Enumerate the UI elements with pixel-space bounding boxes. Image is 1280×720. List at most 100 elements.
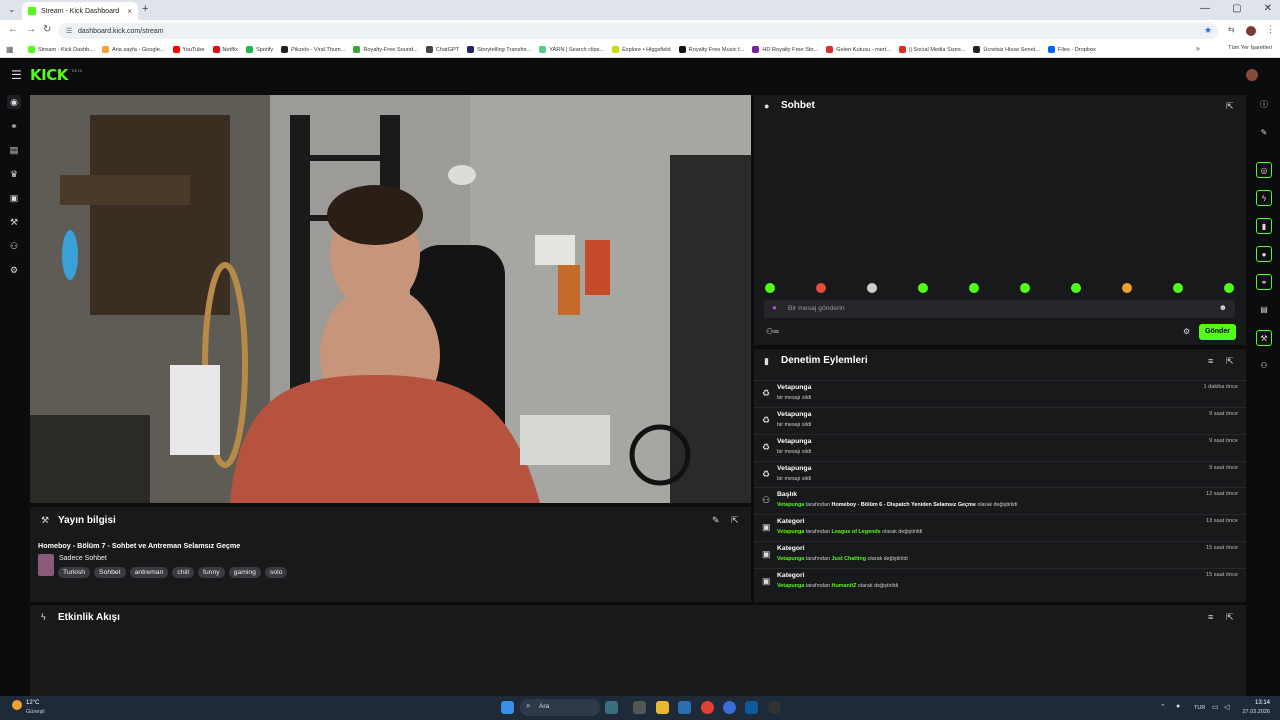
tools-widget-icon[interactable]: ⚒ xyxy=(1256,330,1272,346)
stream-nav-icon[interactable]: ◉ xyxy=(7,95,21,109)
emoji-icon[interactable]: ☻ xyxy=(1219,303,1227,312)
mod-action-by[interactable]: Vetapunga xyxy=(777,529,804,535)
layout-icon[interactable]: ▤ xyxy=(1256,302,1272,318)
chat-users-icon[interactable]: ⚇∞ xyxy=(766,327,779,336)
bookmark-item[interactable]: Stream - Kick Dashb... xyxy=(28,46,94,53)
bookmark-item[interactable]: Pikzels - Viral Thum... xyxy=(281,46,345,53)
emote-icon[interactable] xyxy=(816,283,826,293)
link-nav-icon[interactable]: ⚭ xyxy=(7,119,21,133)
bookmark-item[interactable]: Royalty Free Music f... xyxy=(678,46,744,53)
emote-icon[interactable] xyxy=(1224,283,1234,293)
mod-action-user[interactable]: Kategori xyxy=(777,518,805,525)
tab-close-icon[interactable]: × xyxy=(127,7,132,16)
bookmark-item[interactable]: Royalty-Free Sound... xyxy=(353,46,418,53)
popout-icon[interactable]: ⇱ xyxy=(731,515,739,526)
browser-menu-icon[interactable]: ⋮ xyxy=(1266,24,1275,35)
tab-search-icon[interactable]: ⌄ xyxy=(8,4,16,15)
emote-icon[interactable] xyxy=(867,283,877,293)
link-widget-icon[interactable]: ⚭ xyxy=(1256,274,1272,290)
emote-icon[interactable] xyxy=(1122,283,1132,293)
obs-icon[interactable] xyxy=(768,701,781,714)
stream-tag[interactable]: Turkish xyxy=(58,567,91,578)
mod-action-user[interactable]: Vetapunga xyxy=(777,438,811,445)
emote-icon[interactable] xyxy=(1020,283,1030,293)
popout-icon[interactable]: ⇱ xyxy=(1226,612,1234,623)
filter-icon[interactable]: ≡ xyxy=(1208,612,1213,622)
stream-video-preview[interactable] xyxy=(30,95,751,503)
clock-time[interactable]: 13:14 xyxy=(1244,700,1270,706)
mod-action-user[interactable]: Kategori xyxy=(777,572,805,579)
mod-action-user[interactable]: Başlık xyxy=(777,491,797,498)
reload-icon[interactable]: ↻ xyxy=(43,24,51,35)
language-indicator[interactable]: TUR xyxy=(1194,705,1205,711)
mod-action-by[interactable]: Vetapunga xyxy=(777,502,804,508)
emote-icon[interactable] xyxy=(969,283,979,293)
bookmark-item[interactable]: YouTube xyxy=(172,46,205,53)
mod-action-user[interactable]: Vetapunga xyxy=(777,411,811,418)
kick-logo[interactable]: KICK xyxy=(30,66,68,84)
bookmarks-overflow-icon[interactable]: » xyxy=(1196,44,1200,53)
microphone-icon[interactable]: ● xyxy=(772,303,777,312)
emote-icon[interactable] xyxy=(918,283,928,293)
forward-icon[interactable]: → xyxy=(26,24,36,35)
mod-action-user[interactable]: Kategori xyxy=(777,545,805,552)
volume-icon[interactable]: ◁ xyxy=(1224,703,1229,711)
filter-icon[interactable]: ≡ xyxy=(1208,356,1213,366)
edit-layout-icon[interactable]: ✎ xyxy=(1256,125,1272,141)
widgets-icon[interactable] xyxy=(605,701,618,714)
mod-widget-icon[interactable]: ▮ xyxy=(1256,218,1272,234)
browser-tab[interactable]: Stream - Kick Dashboard × xyxy=(22,2,138,20)
bookmark-item[interactable]: Ana sayfa - Google... xyxy=(101,46,165,53)
url-field[interactable]: ☰ dashboard.kick.com/stream xyxy=(58,23,1218,39)
emote-icon[interactable] xyxy=(765,283,775,293)
bookmark-item[interactable]: ChatGPT xyxy=(425,46,459,53)
windows-start-icon[interactable] xyxy=(501,701,514,714)
emote-icon[interactable] xyxy=(1071,283,1081,293)
chat-widget-icon[interactable]: ● xyxy=(1256,246,1272,262)
bookmark-item[interactable]: Spotify xyxy=(246,46,273,53)
stream-tag[interactable]: antreman xyxy=(129,567,169,578)
stream-tag[interactable]: Sohbet xyxy=(94,567,126,578)
bookmark-item[interactable]: Gelen Kutusu - mert... xyxy=(826,46,891,53)
stream-tag[interactable]: funny xyxy=(198,567,225,578)
edit-icon[interactable]: ✎ xyxy=(712,515,720,526)
all-bookmarks-link[interactable]: Tüm Yer İşaretleri xyxy=(1228,45,1272,51)
chat-message-input[interactable]: ● Bir mesaj gönderin ☻ xyxy=(764,300,1235,318)
users-widget-icon[interactable]: ⚇ xyxy=(1256,358,1272,374)
network-icon[interactable]: ▭ xyxy=(1212,703,1219,711)
bookmark-item[interactable]: Netflix xyxy=(212,46,238,53)
bot-nav-icon[interactable]: ⚙ xyxy=(7,263,21,277)
store-icon[interactable] xyxy=(678,701,691,714)
profile-avatar[interactable] xyxy=(1246,26,1256,36)
microphone-tray-icon[interactable]: ● xyxy=(1176,703,1180,710)
bookmark-item[interactable]: Ücretsiz Hisse Senet... xyxy=(973,46,1040,53)
app-icon[interactable] xyxy=(723,701,736,714)
file-explorer-icon[interactable] xyxy=(656,701,669,714)
bookmark-item[interactable]: Explore • Higgsfield xyxy=(612,46,671,53)
popout-icon[interactable]: ⇱ xyxy=(1226,356,1234,367)
activity-widget-icon[interactable]: ϟ xyxy=(1256,190,1272,206)
videos-nav-icon[interactable]: ▣ xyxy=(7,191,21,205)
settings-nav-icon[interactable]: ⚒ xyxy=(7,215,21,229)
popout-icon[interactable]: ⇱ xyxy=(1226,101,1234,112)
stream-tag[interactable]: gaming xyxy=(228,567,261,578)
trophy-nav-icon[interactable]: ♛ xyxy=(7,167,21,181)
mod-action-by[interactable]: Vetapunga xyxy=(777,556,804,562)
site-info-icon[interactable]: ☰ xyxy=(66,27,72,35)
bookmark-star-icon[interactable]: ★ xyxy=(1204,25,1212,36)
streaming-app-icon[interactable] xyxy=(745,701,758,714)
mod-action-by[interactable]: Vetapunga xyxy=(777,583,804,589)
stream-tag[interactable]: chill xyxy=(172,567,195,578)
community-nav-icon[interactable]: ⚇ xyxy=(7,239,21,253)
back-icon[interactable]: ← xyxy=(8,24,18,35)
new-tab-button[interactable]: + xyxy=(142,3,148,15)
maximize-icon[interactable]: ▢ xyxy=(1232,3,1241,14)
info-icon[interactable]: ⓘ xyxy=(1256,97,1272,113)
mod-action-user[interactable]: Vetapunga xyxy=(777,384,811,391)
send-button[interactable]: Gönder xyxy=(1199,324,1236,340)
user-avatar[interactable] xyxy=(1246,69,1258,81)
minimize-icon[interactable]: — xyxy=(1200,3,1210,14)
taskbar-search[interactable]: ⌕ Ara xyxy=(520,699,600,716)
bookmark-item[interactable]: HD Royalty Free Sto... xyxy=(752,46,818,53)
weather-icon[interactable] xyxy=(12,700,22,710)
